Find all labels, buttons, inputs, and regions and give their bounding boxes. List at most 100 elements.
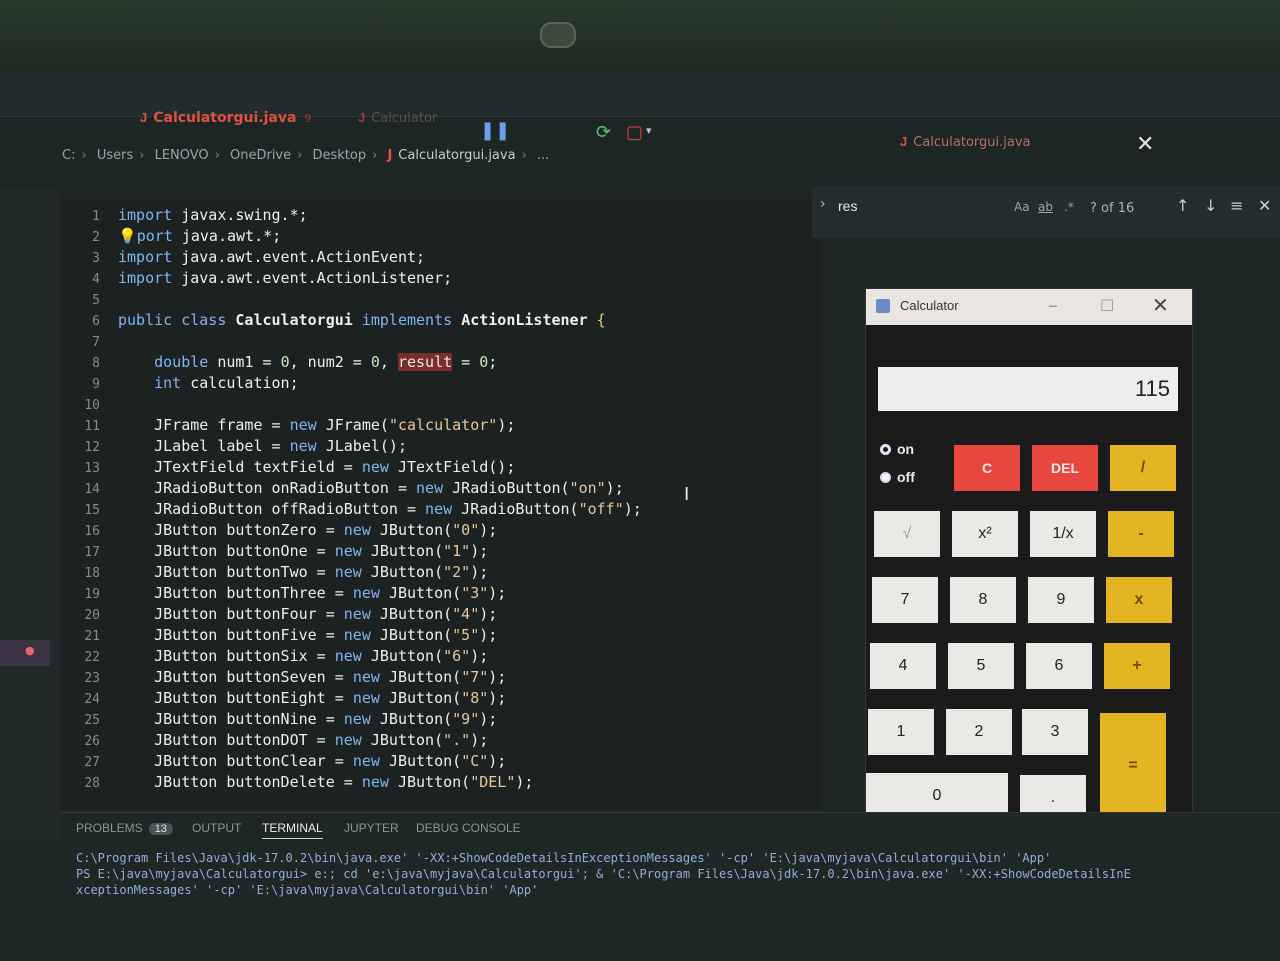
line-number: 13: [84, 461, 100, 476]
breadcrumb-item[interactable]: Users: [97, 148, 133, 163]
code-line[interactable]: 5: [60, 290, 118, 311]
code-token: new: [361, 458, 398, 476]
code-line[interactable]: 1 import javax.swing.*;: [60, 206, 307, 227]
code-line[interactable]: 23 JButton buttonSeven = new JButton("7"…: [60, 668, 506, 689]
one-button[interactable]: 1: [868, 709, 934, 755]
line-number: 25: [84, 713, 100, 728]
tab-output[interactable]: OUTPUT: [192, 821, 241, 835]
tab-calculatorgui-java[interactable]: J Calculatorgui.java 9: [140, 110, 311, 126]
close-find-icon[interactable]: ✕: [1258, 196, 1271, 215]
divide-button[interactable]: /: [1110, 445, 1176, 491]
tab-debug-console[interactable]: DEBUG CONSOLE: [416, 821, 521, 835]
subtract-button[interactable]: -: [1108, 511, 1174, 557]
code-line[interactable]: 27 JButton buttonClear = new JButton("C"…: [60, 752, 506, 773]
code-line[interactable]: 8 double num1 = 0, num2 = 0, result = 0;: [60, 353, 497, 374]
on-radio[interactable]: on: [880, 441, 914, 457]
three-button[interactable]: 3: [1022, 709, 1088, 755]
code-token: );: [488, 689, 507, 707]
breadcrumb-item[interactable]: OneDrive: [230, 148, 291, 163]
code-line[interactable]: 11 JFrame frame = new JFrame("calculator…: [60, 416, 515, 437]
pause-icon[interactable]: ❚❚: [480, 120, 510, 141]
code-line[interactable]: 3 import java.awt.event.ActionEvent;: [60, 248, 425, 269]
calculator-display[interactable]: 115: [878, 367, 1178, 411]
close-icon[interactable]: ✕: [1152, 293, 1169, 317]
code-line[interactable]: 9 int calculation;: [60, 374, 298, 395]
tab-jupyter[interactable]: JUPYTER: [344, 821, 399, 835]
calculator-title-bar[interactable]: Calculator – ☐ ✕: [866, 289, 1192, 325]
code-line[interactable]: 16 JButton buttonZero = new JButton("0")…: [60, 521, 497, 542]
tab-problems[interactable]: PROBLEMS 13: [76, 821, 173, 835]
code-line[interactable]: 25 JButton buttonNine = new JButton("9")…: [60, 710, 497, 731]
six-button[interactable]: 6: [1026, 643, 1092, 689]
code-line[interactable]: 15 JRadioButton offRadioButton = new JRa…: [60, 500, 641, 521]
maximize-icon[interactable]: ☐: [1100, 296, 1114, 315]
tab-calculator[interactable]: J Calculator: [358, 110, 437, 126]
tab-calculatorgui-java-2[interactable]: J Calculatorgui.java: [900, 134, 1031, 150]
nine-button[interactable]: 9: [1028, 577, 1094, 623]
breadcrumb-item[interactable]: Desktop: [312, 148, 366, 163]
chevron-down-icon[interactable]: ▾: [646, 124, 652, 137]
code-token: JButton(: [379, 626, 453, 644]
equals-button[interactable]: =: [1100, 713, 1166, 819]
breadcrumb-symbol[interactable]: ...: [537, 148, 549, 163]
code-token: "calculator": [388, 416, 498, 434]
close-icon[interactable]: ✕: [1136, 132, 1154, 157]
code-line[interactable]: 10: [60, 395, 118, 416]
eight-button[interactable]: 8: [950, 577, 1016, 623]
code-line[interactable]: 28 JButton buttonDelete = new JButton("D…: [60, 773, 533, 794]
code-line[interactable]: 26 JButton buttonDOT = new JButton(".");: [60, 731, 488, 752]
code-line[interactable]: 4 import java.awt.event.ActionListener;: [60, 269, 452, 290]
arrow-down-icon[interactable]: ↓: [1204, 196, 1217, 215]
multiply-button[interactable]: x: [1106, 577, 1172, 623]
stop-icon[interactable]: ▢: [626, 122, 643, 143]
reciprocal-button[interactable]: 1/x: [1030, 511, 1096, 557]
code-line[interactable]: 22 JButton buttonSix = new JButton("6");: [60, 647, 488, 668]
whole-word-toggle[interactable]: ab: [1038, 200, 1053, 214]
sqrt-button[interactable]: √: [874, 511, 940, 557]
breadcrumb-item[interactable]: LENOVO: [155, 148, 209, 163]
code-token: new: [352, 584, 389, 602]
tab-terminal[interactable]: TERMINAL: [262, 821, 323, 839]
off-radio[interactable]: off: [880, 469, 915, 485]
code-editor[interactable]: 1 import javax.swing.*; 2 💡port java.awt.*;…: [60, 200, 820, 810]
toggle-replace-icon[interactable]: ›: [820, 196, 826, 212]
seven-button[interactable]: 7: [872, 577, 938, 623]
code-line[interactable]: 13 JTextField textField = new JTextField…: [60, 458, 515, 479]
code-line[interactable]: 6 public class Calculatorgui implements A…: [60, 311, 606, 332]
minimize-icon[interactable]: –: [1048, 293, 1058, 317]
code-line[interactable]: 17 JButton buttonOne = new JButton("1");: [60, 542, 488, 563]
line-number: 12: [84, 440, 100, 455]
code-token: {: [596, 311, 606, 329]
clear-button[interactable]: C: [954, 445, 1020, 491]
code-line[interactable]: 21 JButton buttonFive = new JButton("5")…: [60, 626, 497, 647]
code-token: JRadioButton(: [461, 500, 579, 518]
code-token: "off": [578, 500, 624, 518]
code-line[interactable]: 18 JButton buttonTwo = new JButton("2");: [60, 563, 488, 584]
five-button[interactable]: 5: [948, 643, 1014, 689]
code-line[interactable]: 20 JButton buttonFour = new JButton("4")…: [60, 605, 497, 626]
match-case-toggle[interactable]: Aa: [1014, 200, 1030, 214]
arrow-up-icon[interactable]: ↑: [1176, 196, 1189, 215]
code-token: JButton buttonDelete =: [118, 773, 362, 791]
add-button[interactable]: +: [1104, 643, 1170, 689]
restart-icon[interactable]: ⟳: [596, 122, 611, 143]
find-input[interactable]: res: [838, 198, 857, 214]
code-line[interactable]: 19 JButton buttonThree = new JButton("3"…: [60, 584, 506, 605]
breadcrumb-file[interactable]: Calculatorgui.java: [398, 148, 515, 163]
breadcrumb-item[interactable]: C:: [62, 148, 75, 163]
line-number: 17: [84, 545, 100, 560]
code-line[interactable]: 7: [60, 332, 118, 353]
code-line[interactable]: 24 JButton buttonEight = new JButton("8"…: [60, 689, 506, 710]
code-line[interactable]: 14 JRadioButton onRadioButton = new JRad…: [60, 479, 623, 500]
find-in-selection-icon[interactable]: ≡: [1230, 196, 1243, 215]
laptop-bezel: [0, 0, 1280, 70]
delete-button[interactable]: DEL: [1032, 445, 1098, 491]
code-line[interactable]: 2 💡port java.awt.*;: [60, 227, 281, 248]
vscode-window: J Calculatorgui.java 9 J Calculator ❚❚ ⟳ ▢ …: [0, 70, 1280, 961]
regex-toggle[interactable]: .*: [1064, 200, 1074, 214]
square-button[interactable]: x²: [952, 511, 1018, 557]
four-button[interactable]: 4: [870, 643, 936, 689]
line-number: 11: [84, 419, 100, 434]
two-button[interactable]: 2: [946, 709, 1012, 755]
code-line[interactable]: 12 JLabel label = new JLabel();: [60, 437, 407, 458]
